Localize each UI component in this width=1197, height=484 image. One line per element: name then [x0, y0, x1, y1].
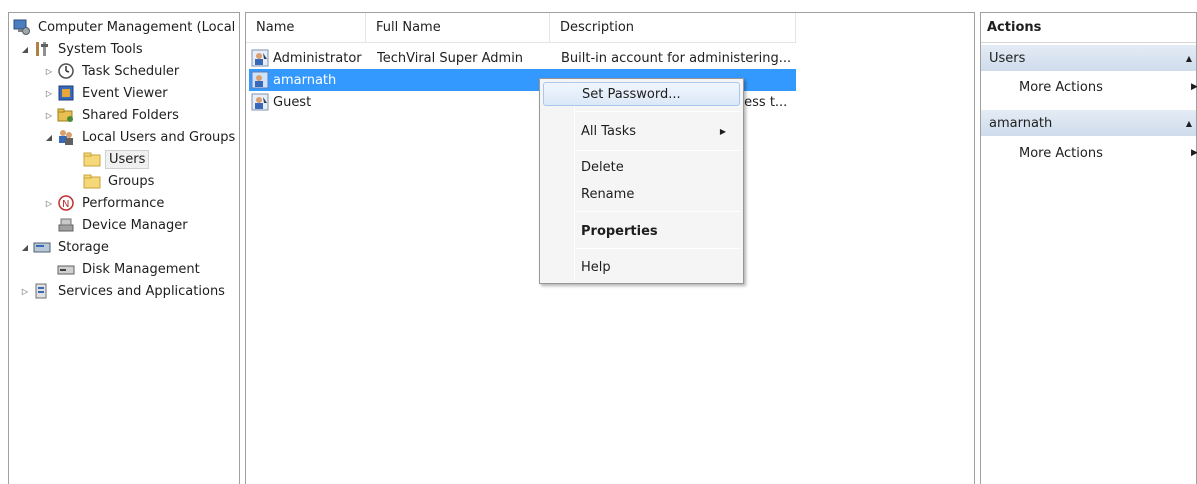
tree-item-computer-management[interactable]: Computer Management (Local	[11, 16, 238, 38]
disk-icon	[57, 260, 75, 278]
tree-label-event-viewer: Event Viewer	[82, 85, 168, 101]
tree-item-groups[interactable]: Groups	[81, 170, 157, 192]
menu-item-delete[interactable]: Delete	[543, 155, 740, 179]
menu-separator	[576, 211, 740, 212]
section-label-users: Users	[989, 50, 1026, 66]
tree-label-system-tools: System Tools	[58, 41, 143, 57]
tree-label-storage: Storage	[58, 239, 109, 255]
cell-name: amarnath	[273, 72, 337, 88]
expand-arrow-icon[interactable]: ▷	[43, 89, 55, 98]
shared-folder-icon	[57, 106, 75, 124]
menu-label-all-tasks: All Tasks	[581, 123, 637, 139]
list-row-administrator[interactable]: Administrator TechViral Super Admin Buil…	[249, 47, 796, 69]
tree-label-services-apps: Services and Applications	[58, 283, 225, 299]
menu-gutter	[574, 81, 575, 281]
actions-pane: Actions Users ▲ More Actions ▶ amarnath …	[980, 12, 1197, 484]
collapse-icon[interactable]: ▲	[1186, 119, 1192, 128]
device-manager-icon	[57, 216, 75, 234]
tree-label-disk-management: Disk Management	[82, 261, 200, 277]
tree-item-disk-management[interactable]: Disk Management	[55, 258, 203, 280]
cell-name: Administrator	[273, 50, 362, 66]
submenu-arrow-icon: ▶	[1191, 82, 1197, 92]
cell-description: cess t...	[737, 94, 788, 110]
tree-label-groups: Groups	[108, 173, 155, 189]
tree-item-users[interactable]: Users	[81, 148, 150, 170]
menu-separator	[576, 111, 740, 112]
menu-item-properties[interactable]: Properties	[543, 219, 740, 243]
tree-label-users: Users	[105, 149, 150, 169]
tree-label-computer-management: Computer Management (Local	[38, 19, 236, 35]
submenu-arrow-icon: ▶	[719, 126, 726, 136]
collapse-arrow-icon[interactable]: ◢	[43, 133, 55, 142]
users-group-icon	[57, 128, 75, 146]
menu-item-rename[interactable]: Rename	[543, 182, 740, 206]
column-header-description[interactable]: Description	[550, 13, 796, 43]
event-viewer-icon	[57, 84, 75, 102]
tree-item-shared-folders[interactable]: ▷ Shared Folders	[43, 104, 182, 126]
section-label-amarnath: amarnath	[989, 115, 1053, 131]
user-icon	[251, 71, 269, 89]
menu-separator	[576, 248, 740, 249]
cell-name: Guest	[273, 94, 312, 110]
clock-icon	[57, 62, 75, 80]
user-icon	[251, 93, 269, 111]
column-header-name[interactable]: Name	[246, 13, 366, 43]
expand-arrow-icon[interactable]: ▷	[19, 287, 31, 296]
actions-section-users[interactable]: Users ▲	[981, 45, 1196, 71]
collapse-arrow-icon[interactable]: ◢	[19, 45, 31, 54]
performance-icon: N	[57, 194, 75, 212]
action-more-actions-amarnath[interactable]: More Actions ▶	[1019, 142, 1197, 164]
expand-arrow-icon[interactable]: ▷	[43, 67, 55, 76]
expand-arrow-icon[interactable]: ▷	[43, 199, 55, 208]
collapse-arrow-icon[interactable]: ◢	[19, 243, 31, 252]
column-header-full-name[interactable]: Full Name	[366, 13, 550, 43]
user-icon	[251, 49, 269, 67]
svg-text:N: N	[62, 199, 69, 210]
menu-label-properties: Properties	[581, 223, 658, 239]
submenu-arrow-icon: ▶	[1191, 148, 1197, 158]
menu-item-all-tasks[interactable]: All Tasks ▶	[543, 119, 740, 143]
actions-section-amarnath[interactable]: amarnath ▲	[981, 110, 1196, 136]
tree-label-shared-folders: Shared Folders	[82, 107, 179, 123]
action-label-more-actions: More Actions	[1019, 79, 1103, 95]
menu-label-rename: Rename	[581, 186, 635, 202]
collapse-icon[interactable]: ▲	[1186, 54, 1192, 63]
folder-icon	[83, 150, 101, 168]
menu-label-set-password: Set Password...	[582, 86, 681, 102]
console-tree[interactable]: Computer Management (Local ◢ System Tool…	[8, 12, 240, 484]
tree-label-performance: Performance	[82, 195, 165, 211]
storage-icon	[33, 238, 51, 256]
menu-label-delete: Delete	[581, 159, 624, 175]
tree-item-device-manager[interactable]: Device Manager	[55, 214, 191, 236]
action-more-actions-users[interactable]: More Actions ▶	[1019, 76, 1197, 98]
tree-item-local-users-groups[interactable]: ◢ Local Users and Groups	[43, 126, 238, 148]
computer-management-icon	[13, 18, 31, 36]
cell-full-name: TechViral Super Admin	[377, 50, 524, 66]
actions-title: Actions	[981, 13, 1196, 43]
services-icon	[33, 282, 51, 300]
menu-item-help[interactable]: Help	[543, 255, 740, 279]
tree-item-services-apps[interactable]: ▷ Services and Applications	[19, 280, 228, 302]
expand-arrow-icon[interactable]: ▷	[43, 111, 55, 120]
system-tools-icon	[33, 40, 51, 58]
context-menu: Set Password... All Tasks ▶ Delete Renam…	[539, 78, 744, 284]
tree-item-event-viewer[interactable]: ▷ Event Viewer	[43, 82, 171, 104]
tree-label-device-manager: Device Manager	[82, 217, 188, 233]
tree-label-local-users-groups: Local Users and Groups	[82, 129, 236, 145]
menu-separator	[576, 150, 740, 151]
action-label-more-actions: More Actions	[1019, 145, 1103, 161]
folder-icon	[83, 172, 101, 190]
tree-item-system-tools[interactable]: ◢ System Tools	[19, 38, 146, 60]
menu-item-set-password[interactable]: Set Password...	[543, 82, 740, 106]
tree-item-performance[interactable]: ▷ N Performance	[43, 192, 167, 214]
menu-label-help: Help	[581, 259, 611, 275]
tree-label-task-scheduler: Task Scheduler	[82, 63, 180, 79]
tree-item-storage[interactable]: ◢ Storage	[19, 236, 112, 258]
tree-item-task-scheduler[interactable]: ▷ Task Scheduler	[43, 60, 182, 82]
cell-description: Built-in account for administering...	[561, 50, 792, 66]
